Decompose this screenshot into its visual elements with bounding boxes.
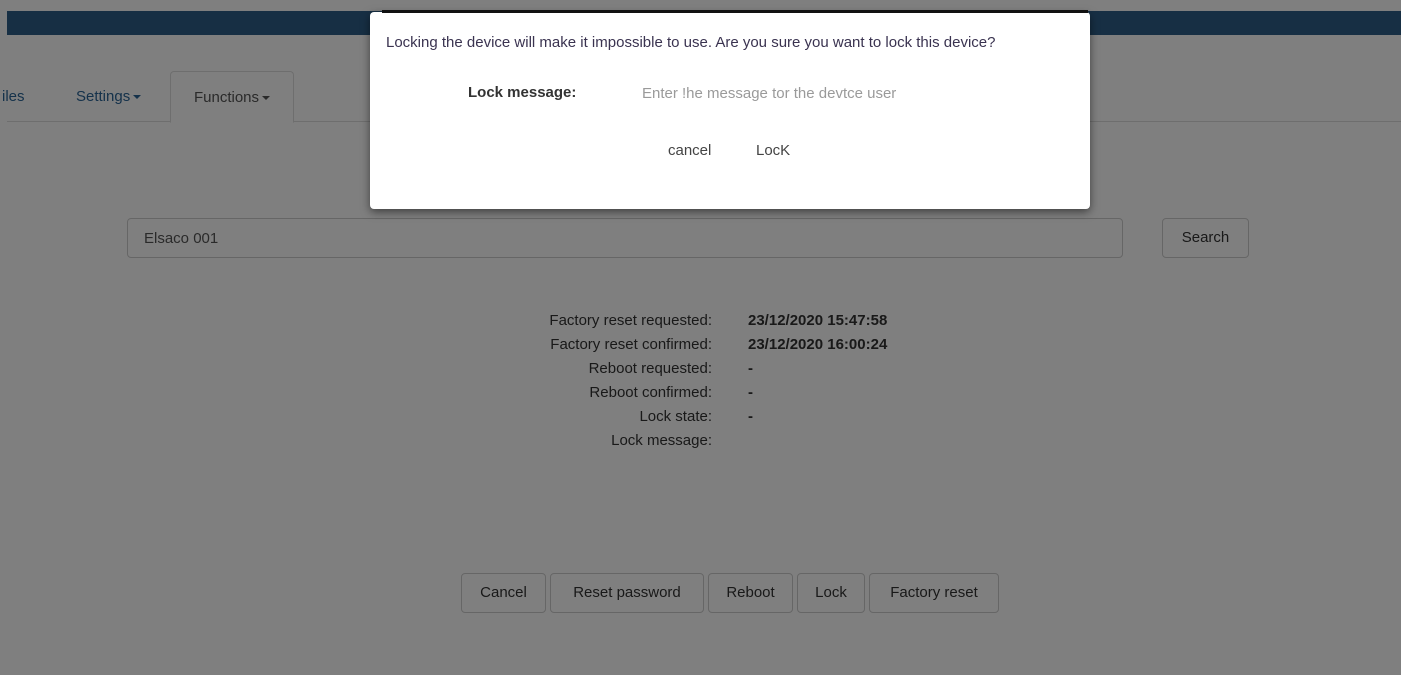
dialog-lock-button[interactable]: LocK — [756, 142, 790, 159]
dialog-cancel-button[interactable]: cancel — [668, 142, 711, 159]
lock-confirm-dialog: Locking the device will make it impossib… — [370, 10, 1090, 209]
dialog-top-border — [382, 10, 1088, 13]
lock-message-input[interactable] — [632, 78, 1012, 108]
lock-message-label: Lock message: — [468, 84, 577, 101]
dialog-message: Locking the device will make it impossib… — [386, 34, 996, 51]
